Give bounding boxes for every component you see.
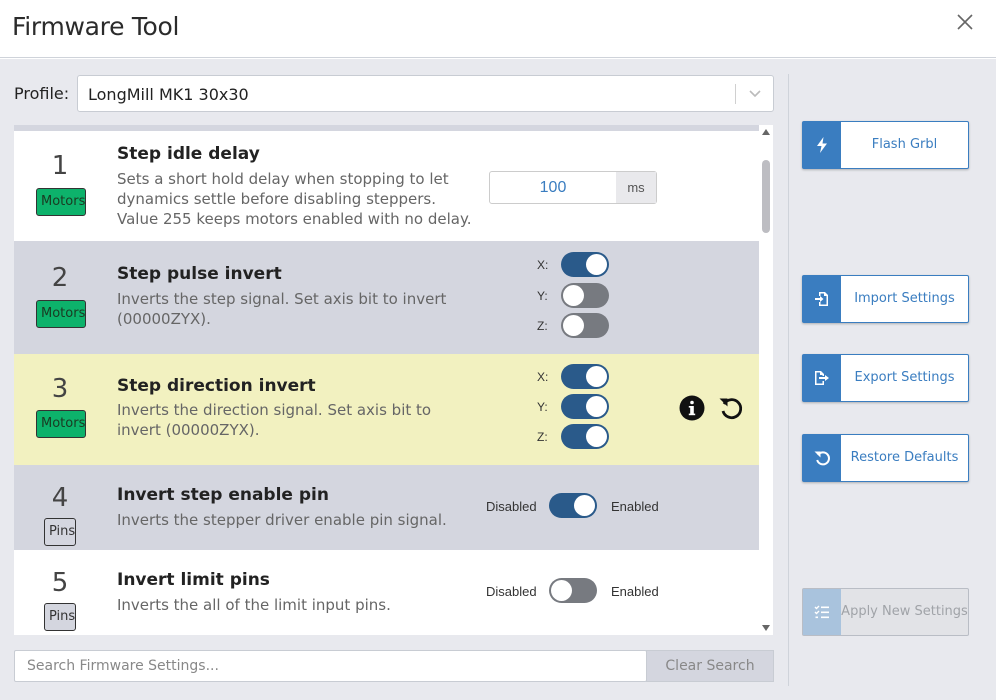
undo-icon: [814, 451, 830, 466]
firmware-tool-modal: Firmware Tool Profile: LongMill MK1 30x3…: [0, 0, 996, 700]
enabled-label: Enabled: [611, 584, 659, 599]
file-export-icon: [815, 371, 829, 385]
icon-box: [803, 276, 841, 322]
toggle-knob: [586, 396, 607, 417]
import-settings-button[interactable]: Import Settings: [802, 275, 969, 323]
enabled-label: Enabled: [611, 499, 659, 514]
setting-description: Inverts the direction signal. Set axis b…: [117, 401, 432, 439]
setting-row-invert-step-enable-pin: 4 Pins Invert step enable pin Inverts th…: [14, 465, 759, 550]
axis-label-x: X:: [537, 258, 549, 272]
select-separator: [735, 84, 736, 104]
scroll-up-arrow-icon[interactable]: [762, 129, 770, 135]
lightning-icon: [817, 137, 827, 153]
modal-title: Firmware Tool: [12, 12, 180, 41]
file-import-icon: [815, 292, 828, 306]
scroll-down-arrow-icon[interactable]: [762, 625, 770, 631]
setting-description: Inverts the step signal. Set axis bit to…: [117, 290, 447, 328]
disabled-label: Disabled: [486, 499, 537, 514]
axis-label-z: Z:: [537, 319, 548, 333]
export-settings-button[interactable]: Export Settings: [802, 354, 969, 402]
export-settings-label: Export Settings: [854, 370, 955, 385]
setting-row-step-idle-delay: 1 Motors Step idle delay Sets a short ho…: [14, 131, 759, 241]
info-icon[interactable]: [679, 395, 705, 421]
setting-number: 1: [51, 151, 69, 181]
icon-box: [803, 435, 841, 481]
toggle-knob: [563, 315, 584, 336]
restore-defaults-button[interactable]: Restore Defaults: [802, 434, 969, 482]
search-input[interactable]: [14, 650, 647, 682]
flash-grbl-label: Flash Grbl: [871, 137, 938, 152]
toggle-knob: [586, 366, 607, 387]
profile-label: Profile:: [14, 84, 70, 103]
toggle-step-pulse-x[interactable]: [561, 252, 609, 277]
toggle-knob: [574, 495, 595, 516]
toggle-invert-limit-pins[interactable]: [549, 578, 597, 603]
vertical-divider: [788, 74, 789, 686]
toggle-step-pulse-y[interactable]: [561, 283, 609, 308]
toggle-step-direction-y[interactable]: [561, 394, 609, 419]
setting-number: 3: [51, 374, 69, 404]
restore-defaults-label: Restore Defaults: [850, 450, 959, 465]
profile-value: LongMill MK1 30x30: [88, 85, 249, 104]
setting-row-step-direction-invert: 3 Motors Step direction invert Inverts t…: [14, 354, 759, 465]
toggle-knob: [551, 580, 572, 601]
apply-new-settings-label: Apply New Settings: [841, 604, 968, 619]
setting-tag-motors: Motors: [36, 410, 86, 438]
checklist-icon: [814, 605, 829, 619]
list-scrollbar[interactable]: [759, 125, 773, 635]
setting-number: 2: [51, 263, 69, 293]
axis-label-z: Z:: [537, 430, 548, 444]
clear-search-button[interactable]: Clear Search: [646, 650, 774, 682]
setting-number: 4: [51, 483, 69, 513]
setting-tag-motors: Motors: [36, 300, 86, 328]
setting-title: Step pulse invert: [117, 264, 282, 284]
setting-tag-pins: Pins: [44, 518, 76, 546]
apply-new-settings-button[interactable]: Apply New Settings: [802, 588, 969, 636]
scroll-thumb[interactable]: [762, 160, 770, 233]
icon-box: [803, 589, 841, 635]
unit-label: ms: [616, 172, 656, 203]
disabled-label: Disabled: [486, 584, 537, 599]
setting-description: Inverts the stepper driver enable pin si…: [117, 511, 447, 529]
setting-description: Sets a short hold delay when stopping to…: [117, 170, 472, 228]
toggle-knob: [586, 426, 607, 447]
setting-title: Invert limit pins: [117, 570, 270, 590]
setting-row-invert-limit-pins: 5 Pins Invert limit pins Inverts the all…: [14, 550, 759, 635]
close-icon[interactable]: [956, 13, 974, 31]
import-settings-label: Import Settings: [854, 291, 955, 306]
toggle-knob: [563, 285, 584, 306]
step-idle-delay-value[interactable]: 100: [490, 172, 617, 203]
icon-box: [803, 355, 841, 401]
setting-title: Invert step enable pin: [117, 485, 329, 505]
setting-title: Step idle delay: [117, 144, 260, 164]
toggle-step-direction-x[interactable]: [561, 364, 609, 389]
toggle-step-pulse-z[interactable]: [561, 313, 609, 338]
setting-description: Inverts the all of the limit input pins.: [117, 596, 391, 614]
setting-title: Step direction invert: [117, 376, 316, 396]
icon-box: [803, 122, 841, 168]
flash-grbl-button[interactable]: Flash Grbl: [802, 121, 969, 169]
axis-label-x: X:: [537, 370, 549, 384]
undo-icon[interactable]: [718, 395, 744, 421]
toggle-step-direction-z[interactable]: [561, 424, 609, 449]
setting-number: 5: [51, 568, 69, 598]
axis-label-y: Y:: [537, 289, 548, 303]
toggle-knob: [586, 254, 607, 275]
chevron-down-icon: [749, 90, 761, 98]
setting-tag-motors: Motors: [36, 188, 86, 216]
axis-label-y: Y:: [537, 400, 548, 414]
modal-body: Profile: LongMill MK1 30x30 1 Motors Ste…: [0, 59, 996, 700]
settings-list[interactable]: 1 Motors Step idle delay Sets a short ho…: [14, 125, 759, 635]
profile-select[interactable]: LongMill MK1 30x30: [77, 75, 774, 112]
setting-row-step-pulse-invert: 2 Motors Step pulse invert Inverts the s…: [14, 241, 759, 354]
modal-header: Firmware Tool: [0, 0, 996, 58]
toggle-invert-step-enable[interactable]: [549, 493, 597, 518]
setting-tag-pins: Pins: [44, 603, 76, 631]
step-idle-delay-input[interactable]: 100 ms: [489, 171, 657, 204]
